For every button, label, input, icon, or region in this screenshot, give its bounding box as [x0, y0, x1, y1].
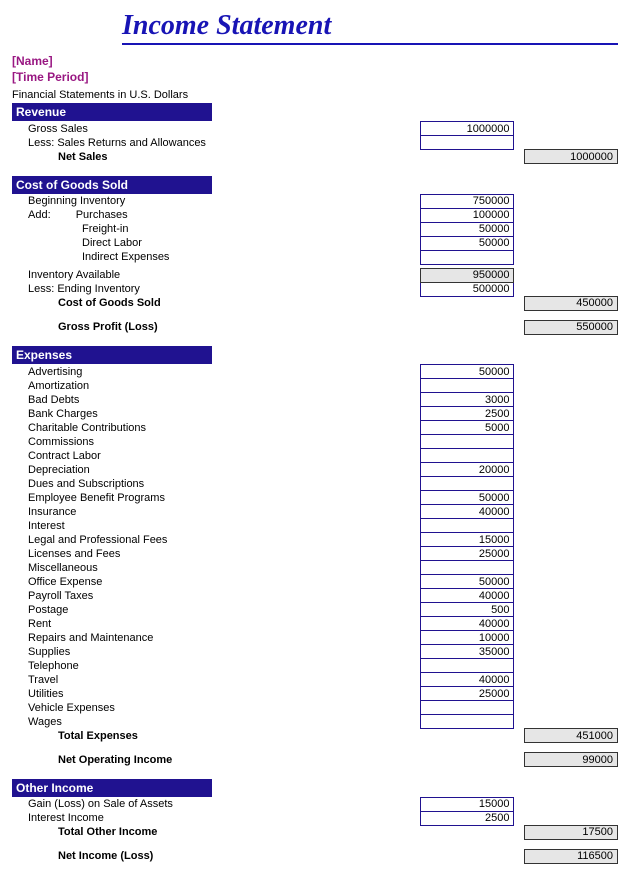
expense-value: [421, 435, 514, 449]
expense-label: Legal and Professional Fees: [12, 533, 421, 547]
expense-label: Miscellaneous: [12, 561, 421, 575]
expense-value: 40000: [421, 505, 514, 519]
expense-value: 40000: [421, 673, 514, 687]
expense-label: Payroll Taxes: [12, 589, 421, 603]
expense-value: [421, 561, 514, 575]
expense-label: Charitable Contributions: [12, 421, 421, 435]
expense-label: Advertising: [12, 365, 421, 379]
expense-value: [421, 379, 514, 393]
label-less-returns: Less: Sales Returns and Allowances: [12, 136, 421, 150]
expense-value: 10000: [421, 631, 514, 645]
page-title: Income Statement: [122, 8, 618, 45]
label-gross-sales: Gross Sales: [12, 122, 421, 136]
expense-value: 50000: [421, 491, 514, 505]
value-cogs-total: 450000: [524, 296, 617, 310]
label-gross-profit: Gross Profit (Loss): [12, 320, 421, 334]
expense-value: [421, 659, 514, 673]
section-header-cogs: Cost of Goods Sold: [12, 176, 212, 194]
expense-label: Office Expense: [12, 575, 421, 589]
value-purchases: 100000: [421, 208, 514, 222]
expense-value: [421, 449, 514, 463]
value-net-operating: 99000: [524, 753, 617, 767]
expense-label: Utilities: [12, 687, 421, 701]
expense-label: Supplies: [12, 645, 421, 659]
label-beginning-inv: Beginning Inventory: [12, 194, 421, 208]
expense-value: 15000: [421, 533, 514, 547]
expense-value: 25000: [421, 687, 514, 701]
expense-label: Postage: [12, 603, 421, 617]
section-header-other: Other Income: [12, 779, 212, 797]
label-cogs-total: Cost of Goods Sold: [12, 296, 421, 310]
value-gross-profit: 550000: [524, 320, 617, 334]
label-freight: Freight-in: [12, 222, 421, 236]
value-net-income: 116500: [524, 849, 617, 863]
expense-label: Bad Debts: [12, 393, 421, 407]
expense-label: Employee Benefit Programs: [12, 491, 421, 505]
expense-label: Repairs and Maintenance: [12, 631, 421, 645]
value-inv-available: 950000: [421, 268, 514, 282]
section-header-expenses: Expenses: [12, 346, 212, 364]
expense-label: Commissions: [12, 435, 421, 449]
value-gain-on-sale: 15000: [421, 797, 514, 811]
label-total-other: Total Other Income: [12, 825, 421, 839]
label-net-operating: Net Operating Income: [12, 753, 421, 767]
expense-value: 50000: [421, 365, 514, 379]
expense-label: Rent: [12, 617, 421, 631]
expense-label: Wages: [12, 715, 421, 729]
meta-name: [Name]: [12, 53, 618, 69]
value-ending-inv: 500000: [421, 282, 514, 296]
value-interest-income: 2500: [421, 811, 514, 825]
expense-label: Amortization: [12, 379, 421, 393]
expense-label: Contract Labor: [12, 449, 421, 463]
expense-label: Insurance: [12, 505, 421, 519]
expense-value: 3000: [421, 393, 514, 407]
expense-value: 40000: [421, 617, 514, 631]
value-freight: 50000: [421, 222, 514, 236]
expense-value: 2500: [421, 407, 514, 421]
value-less-returns: [421, 136, 514, 150]
label-net-income: Net Income (Loss): [12, 849, 421, 863]
label-inv-available: Inventory Available: [12, 268, 421, 282]
expense-label: Licenses and Fees: [12, 547, 421, 561]
value-total-expenses: 451000: [524, 729, 617, 743]
expense-value: 20000: [421, 463, 514, 477]
expense-value: [421, 701, 514, 715]
expense-label: Telephone: [12, 659, 421, 673]
expense-value: 25000: [421, 547, 514, 561]
expense-label: Bank Charges: [12, 407, 421, 421]
currency-note: Financial Statements in U.S. Dollars: [12, 89, 618, 101]
expense-value: [421, 477, 514, 491]
expense-label: Travel: [12, 673, 421, 687]
label-add: Add: Purchases: [12, 208, 421, 222]
label-gain-on-sale: Gain (Loss) on Sale of Assets: [12, 797, 421, 811]
expense-label: Interest: [12, 519, 421, 533]
expense-value: 40000: [421, 589, 514, 603]
label-indirect: Indirect Expenses: [12, 250, 421, 264]
value-net-sales: 1000000: [524, 150, 617, 164]
expense-value: [421, 519, 514, 533]
value-total-other: 17500: [524, 825, 617, 839]
meta-period: [Time Period]: [12, 69, 618, 85]
section-header-revenue: Revenue: [12, 103, 212, 121]
value-indirect: [421, 250, 514, 264]
expense-value: 35000: [421, 645, 514, 659]
value-gross-sales: 1000000: [421, 122, 514, 136]
expense-value: 50000: [421, 575, 514, 589]
expense-value: 5000: [421, 421, 514, 435]
label-total-expenses: Total Expenses: [12, 729, 421, 743]
expense-label: Dues and Subscriptions: [12, 477, 421, 491]
label-net-sales: Net Sales: [12, 150, 421, 164]
label-direct-labor: Direct Labor: [12, 236, 421, 250]
value-beginning-inv: 750000: [421, 194, 514, 208]
value-direct-labor: 50000: [421, 236, 514, 250]
expense-value: [421, 715, 514, 729]
expense-label: Depreciation: [12, 463, 421, 477]
label-ending-inv: Less: Ending Inventory: [12, 282, 421, 296]
expense-label: Vehicle Expenses: [12, 701, 421, 715]
label-purchases: Purchases: [54, 209, 128, 221]
label-interest-income: Interest Income: [12, 811, 421, 825]
expense-value: 500: [421, 603, 514, 617]
